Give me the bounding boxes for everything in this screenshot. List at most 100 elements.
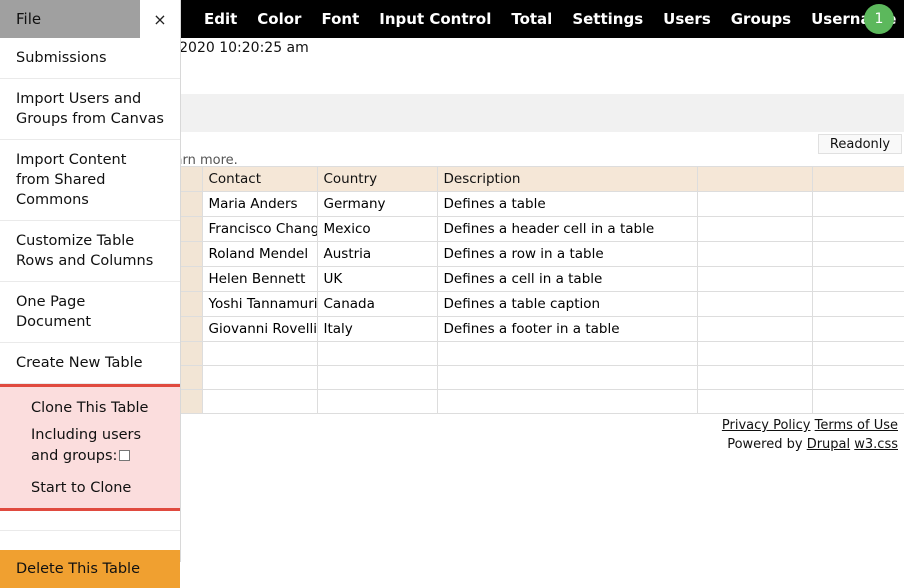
- cell-extra-1[interactable]: [696, 191, 813, 217]
- cell-contact[interactable]: Yoshi Tannamuri: [201, 291, 318, 317]
- cell-country[interactable]: Italy: [316, 316, 438, 342]
- cell-country[interactable]: [316, 389, 438, 414]
- cell-description[interactable]: Defines a row in a table: [436, 241, 698, 267]
- row-gutter[interactable]: [180, 389, 203, 414]
- table-row[interactable]: [180, 341, 904, 366]
- cell-contact[interactable]: [201, 365, 318, 390]
- table-row[interactable]: Helen Bennett UK Defines a cell in a tab…: [180, 266, 904, 292]
- cell-description[interactable]: Defines a cell in a table: [436, 266, 698, 292]
- readonly-button[interactable]: Readonly: [818, 134, 902, 154]
- toolbar-band: [180, 94, 904, 132]
- powered-by-label: Powered by: [727, 437, 803, 452]
- cell-extra-1[interactable]: [696, 266, 813, 292]
- menu-item-customize-table-rows-and-columns[interactable]: Customize Table Rows and Columns: [0, 221, 180, 282]
- file-menu-header: File ×: [0, 0, 180, 38]
- cell-contact[interactable]: Francisco Chang: [201, 216, 318, 242]
- nav-item-total[interactable]: Total: [501, 0, 562, 38]
- cell-extra-1[interactable]: [696, 341, 813, 366]
- table-header-country[interactable]: Country: [316, 166, 438, 192]
- cell-country[interactable]: Canada: [316, 291, 438, 317]
- table-header-description[interactable]: Description: [436, 166, 698, 192]
- row-gutter[interactable]: [180, 241, 203, 267]
- row-gutter[interactable]: [180, 341, 203, 366]
- start-to-clone-button[interactable]: Start to Clone: [31, 477, 164, 496]
- table-row[interactable]: Maria Anders Germany Defines a table: [180, 191, 904, 217]
- cell-description[interactable]: Defines a table caption: [436, 291, 698, 317]
- cell-contact[interactable]: [201, 389, 318, 414]
- table-row[interactable]: Giovanni Rovelli Italy Defines a footer …: [180, 316, 904, 342]
- include-users-groups-checkbox[interactable]: [119, 450, 131, 461]
- menu-item-one-page-document[interactable]: One Page Document: [0, 282, 180, 343]
- menu-item-submissions[interactable]: Submissions: [0, 38, 180, 79]
- table-row[interactable]: Yoshi Tannamuri Canada Defines a table c…: [180, 291, 904, 317]
- cell-contact[interactable]: Helen Bennett: [201, 266, 318, 292]
- cell-extra-2[interactable]: [811, 389, 904, 414]
- cell-country[interactable]: Mexico: [316, 216, 438, 242]
- table-row[interactable]: Roland Mendel Austria Defines a row in a…: [180, 241, 904, 267]
- cell-country[interactable]: UK: [316, 266, 438, 292]
- cell-extra-2[interactable]: [811, 341, 904, 366]
- cell-description[interactable]: [436, 341, 698, 366]
- close-icon[interactable]: ×: [140, 0, 180, 38]
- table-header-extra-1[interactable]: [696, 166, 813, 192]
- nav-item-users[interactable]: Users: [653, 0, 721, 38]
- cell-extra-2[interactable]: [811, 365, 904, 390]
- cell-description[interactable]: [436, 389, 698, 414]
- nav-item-color[interactable]: Color: [247, 0, 311, 38]
- cell-contact[interactable]: Maria Anders: [201, 191, 318, 217]
- row-gutter[interactable]: [180, 291, 203, 317]
- cell-country[interactable]: Germany: [316, 191, 438, 217]
- row-gutter[interactable]: [180, 365, 203, 390]
- cell-extra-1[interactable]: [696, 216, 813, 242]
- cell-contact[interactable]: Roland Mendel: [201, 241, 318, 267]
- cell-extra-1[interactable]: [696, 389, 813, 414]
- cell-extra-2[interactable]: [811, 291, 904, 317]
- nav-item-groups[interactable]: Groups: [721, 0, 801, 38]
- menu-item-create-new-table[interactable]: Create New Table: [0, 343, 180, 384]
- row-gutter[interactable]: [180, 266, 203, 292]
- cell-extra-2[interactable]: [811, 216, 904, 242]
- cell-description[interactable]: Defines a header cell in a table: [436, 216, 698, 242]
- notification-badge[interactable]: 1: [864, 4, 894, 34]
- nav-item-edit[interactable]: Edit: [194, 0, 247, 38]
- cell-description[interactable]: Defines a table: [436, 191, 698, 217]
- nav-item-font[interactable]: Font: [311, 0, 369, 38]
- file-menu-title[interactable]: File: [0, 0, 140, 38]
- row-gutter[interactable]: [180, 191, 203, 217]
- include-users-groups-label: Including users and groups:: [31, 425, 164, 477]
- w3css-link[interactable]: w3.css: [854, 437, 898, 452]
- cell-country[interactable]: Austria: [316, 241, 438, 267]
- drupal-link[interactable]: Drupal: [807, 437, 850, 452]
- cell-description[interactable]: Defines a footer in a table: [436, 316, 698, 342]
- row-gutter[interactable]: [180, 216, 203, 242]
- table-row[interactable]: [180, 389, 904, 414]
- table-header-contact[interactable]: Contact: [201, 166, 318, 192]
- row-gutter[interactable]: [180, 316, 203, 342]
- terms-of-use-link[interactable]: Terms of Use: [815, 418, 898, 433]
- cell-description[interactable]: [436, 365, 698, 390]
- table-row[interactable]: [180, 365, 904, 390]
- cell-extra-1[interactable]: [696, 241, 813, 267]
- privacy-policy-link[interactable]: Privacy Policy: [722, 418, 811, 433]
- cell-extra-1[interactable]: [696, 291, 813, 317]
- cell-extra-2[interactable]: [811, 266, 904, 292]
- nav-item-input-control[interactable]: Input Control: [369, 0, 501, 38]
- cell-extra-2[interactable]: [811, 191, 904, 217]
- cell-extra-1[interactable]: [696, 365, 813, 390]
- menu-item-import-content-from-shared-commons[interactable]: Import Content from Shared Commons: [0, 140, 180, 221]
- clone-this-table-button[interactable]: Clone This Table: [31, 397, 164, 425]
- table-header-extra-2[interactable]: [811, 166, 904, 192]
- cell-contact[interactable]: [201, 341, 318, 366]
- cell-country[interactable]: [316, 365, 438, 390]
- menu-item-import-users-and-groups-from-canvas[interactable]: Import Users and Groups from Canvas: [0, 79, 180, 140]
- cell-extra-2[interactable]: [811, 241, 904, 267]
- cell-contact[interactable]: Giovanni Rovelli: [201, 316, 318, 342]
- menu-divider-lower: [0, 531, 180, 550]
- page-footer: Privacy Policy Terms of Use Powered by D…: [722, 416, 898, 454]
- nav-item-settings[interactable]: Settings: [562, 0, 653, 38]
- delete-this-table-button[interactable]: Delete This Table: [0, 550, 180, 588]
- table-row[interactable]: Francisco Chang Mexico Defines a header …: [180, 216, 904, 242]
- cell-extra-2[interactable]: [811, 316, 904, 342]
- cell-extra-1[interactable]: [696, 316, 813, 342]
- cell-country[interactable]: [316, 341, 438, 366]
